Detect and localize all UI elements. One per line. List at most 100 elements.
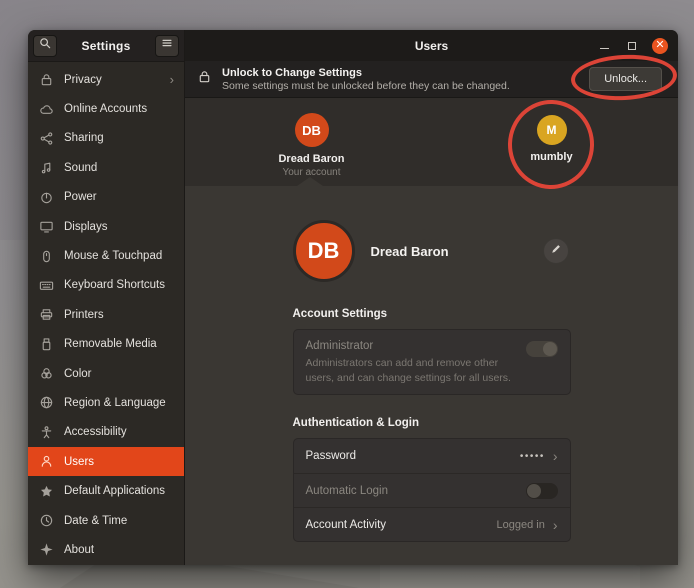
search-icon (38, 36, 52, 55)
sidebar-item-printers[interactable]: Printers (28, 300, 184, 329)
star-icon (38, 483, 54, 499)
automatic-login-label: Automatic Login (306, 485, 388, 497)
user-header: DB Dread Baron (293, 216, 571, 286)
printer-icon (38, 307, 54, 323)
automatic-login-row: Automatic Login (294, 473, 570, 507)
avatar: M (537, 115, 567, 145)
window-controls: ✕ (596, 38, 668, 54)
sidebar-item-mouse-touchpad[interactable]: Mouse & Touchpad (28, 241, 184, 270)
banner-subtitle: Some settings must be unlocked before th… (222, 80, 589, 92)
sidebar-item-accessibility[interactable]: Accessibility (28, 418, 184, 447)
sidebar-item-label: Region & Language (64, 397, 166, 409)
sidebar-item-label: Displays (64, 221, 107, 233)
unlock-banner: Unlock to Change Settings Some settings … (185, 61, 678, 98)
sidebar: Settings Privacy › Online (28, 30, 185, 565)
search-button[interactable] (33, 35, 57, 57)
auth-login-card: Password ••••• › Automatic Login (293, 438, 571, 542)
sidebar-item-label: Default Applications (64, 485, 165, 497)
avatar: DB (293, 220, 355, 282)
unlock-button[interactable]: Unlock... (589, 67, 662, 91)
share-icon (38, 130, 54, 146)
maximize-button[interactable] (624, 38, 640, 54)
cloud-icon (38, 101, 54, 117)
user-icon (38, 454, 54, 470)
user-name: mumbly (530, 151, 572, 163)
account-activity-label: Account Activity (306, 519, 387, 531)
sidebar-item-displays[interactable]: Displays (28, 212, 184, 241)
minimize-button[interactable] (596, 38, 612, 54)
account-settings-heading: Account Settings (293, 308, 571, 320)
user-detail-panel: DB Dread Baron Account Settings Administ… (185, 186, 678, 565)
user-name: Dread Baron (278, 153, 344, 165)
sidebar-item-label: Printers (64, 309, 104, 321)
sidebar-item-users[interactable]: Users (28, 447, 184, 476)
sidebar-item-label: Sound (64, 162, 97, 174)
selected-user-caret (297, 177, 323, 186)
password-label: Password (306, 450, 357, 462)
user-carousel: DB Dread Baron Your account M mumbly (185, 98, 678, 186)
sidebar-item-label: Removable Media (64, 338, 157, 350)
power-gauge-icon (38, 189, 54, 205)
desktop: Settings Privacy › Online (0, 0, 694, 588)
lock-icon (38, 72, 54, 88)
keyboard-icon (38, 277, 54, 293)
sidebar-item-default-applications[interactable]: Default Applications (28, 476, 184, 505)
sidebar-item-label: Mouse & Touchpad (64, 250, 162, 262)
lock-icon (197, 69, 212, 89)
sparkle-icon (38, 542, 54, 558)
account-activity-row[interactable]: Account Activity Logged in › (294, 507, 570, 541)
sidebar-item-label: Date & Time (64, 515, 127, 527)
banner-text: Unlock to Change Settings Some settings … (222, 67, 589, 92)
sidebar-title: Settings (82, 39, 131, 53)
sidebar-header: Settings (28, 30, 184, 62)
sidebar-item-label: Accessibility (64, 426, 127, 438)
clock-icon (38, 513, 54, 529)
sidebar-item-label: Power (64, 191, 97, 203)
administrator-card: Administrator Administrators can add and… (293, 329, 571, 395)
sidebar-item-region-language[interactable]: Region & Language (28, 388, 184, 417)
flash-drive-icon (38, 336, 54, 352)
password-value: ••••• (520, 451, 545, 462)
sidebar-item-color[interactable]: Color (28, 359, 184, 388)
chevron-right-icon: › (553, 518, 558, 532)
sidebar-item-privacy[interactable]: Privacy › (28, 65, 184, 94)
minimize-icon (600, 48, 609, 50)
sidebar-item-date-time[interactable]: Date & Time (28, 506, 184, 535)
administrator-toggle[interactable] (526, 341, 558, 357)
automatic-login-toggle[interactable] (526, 483, 558, 499)
carousel-user-dread-baron[interactable]: DB Dread Baron Your account (232, 98, 392, 186)
sidebar-item-online-accounts[interactable]: Online Accounts (28, 94, 184, 123)
sidebar-item-label: About (64, 544, 94, 556)
password-row[interactable]: Password ••••• › (294, 439, 570, 473)
user-name: Dread Baron (371, 244, 449, 259)
settings-window: Settings Privacy › Online (28, 30, 678, 565)
administrator-label: Administrator (306, 340, 558, 352)
sidebar-item-label: Privacy (64, 74, 102, 86)
sidebar-list: Privacy › Online Accounts Sharing Sound (28, 62, 184, 565)
sidebar-item-sharing[interactable]: Sharing (28, 124, 184, 153)
carousel-user-mumbly[interactable]: M mumbly (472, 98, 632, 186)
close-icon: ✕ (655, 38, 664, 53)
menu-icon (160, 36, 174, 55)
accessibility-icon (38, 424, 54, 440)
sidebar-item-keyboard-shortcuts[interactable]: Keyboard Shortcuts (28, 271, 184, 300)
sidebar-item-label: Online Accounts (64, 103, 147, 115)
edit-name-button[interactable] (543, 238, 569, 264)
chevron-right-icon: › (170, 72, 174, 87)
sidebar-item-removable-media[interactable]: Removable Media (28, 330, 184, 359)
sidebar-item-label: Color (64, 368, 91, 380)
music-note-icon (38, 160, 54, 176)
menu-button[interactable] (155, 35, 179, 57)
sidebar-item-power[interactable]: Power (28, 183, 184, 212)
main-panel: Users ✕ Unlock to Change Settings Some s… (185, 30, 678, 565)
sidebar-item-sound[interactable]: Sound (28, 153, 184, 182)
titlebar: Users ✕ (185, 30, 678, 61)
account-activity-value: Logged in (497, 519, 545, 531)
administrator-description: Administrators can add and remove other … (306, 356, 521, 385)
sidebar-item-label: Sharing (64, 132, 104, 144)
sidebar-item-label: Users (64, 456, 94, 468)
mouse-icon (38, 248, 54, 264)
chevron-right-icon: › (553, 449, 558, 463)
sidebar-item-about[interactable]: About (28, 535, 184, 564)
close-button[interactable]: ✕ (652, 38, 668, 54)
